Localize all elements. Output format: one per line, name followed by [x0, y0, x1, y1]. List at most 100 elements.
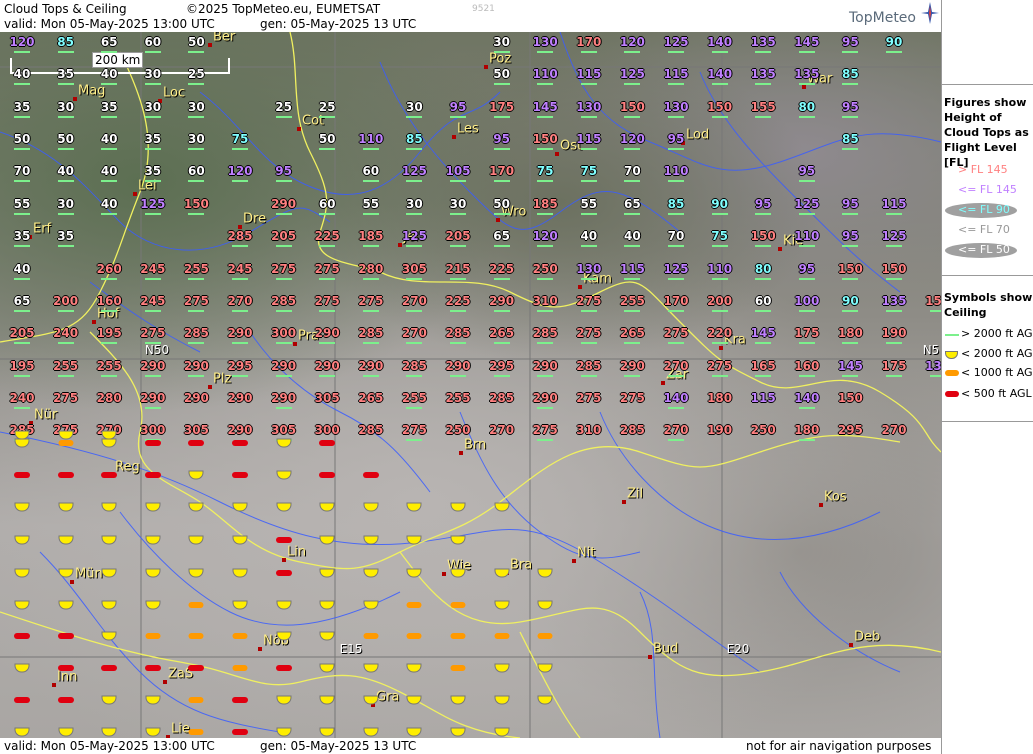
- ceiling-above-2000-mark: [755, 83, 772, 85]
- ceiling-above-2000-mark: [144, 375, 161, 377]
- cloud-top-value: 150: [881, 262, 907, 276]
- cloud-top-value: 280: [96, 391, 122, 405]
- satellite-map[interactable]: 200 km N50 N5 E15 E20 Ber Poz War Mag Loc Cot…: [0, 32, 941, 738]
- cloud-top-value: 85: [842, 132, 859, 146]
- ceiling-above-2000-mark: [14, 310, 30, 312]
- cloud-top-value: 115: [881, 197, 907, 211]
- ceiling-above-2000-mark: [886, 310, 902, 312]
- cloud-top-value: 125: [881, 229, 907, 243]
- ceiling-above-2000-mark: [232, 342, 248, 344]
- cloud-top-value: 60: [754, 294, 772, 308]
- cloud-top-value: 85: [842, 67, 859, 81]
- ceiling-below-1000-symbol: [188, 633, 204, 639]
- cloud-top-value: 30: [144, 67, 162, 81]
- ceiling-below-500-symbol: [275, 570, 292, 576]
- ceiling-above-2000-mark: [319, 148, 336, 150]
- cloud-top-value: 95: [798, 262, 816, 276]
- cloud-top-value: 290: [271, 359, 297, 373]
- cloud-top-value: 185: [532, 197, 558, 211]
- ceiling-above-2000-mark: [406, 278, 423, 280]
- city-label: Nür: [34, 407, 58, 423]
- cloud-top-value: 280: [358, 262, 384, 276]
- ceiling-above-2000-mark: [57, 342, 74, 344]
- cloud-top-value: 135: [881, 294, 907, 308]
- ceiling-above-2000-mark: [798, 51, 815, 53]
- ceiling-above-2000-mark: [14, 375, 30, 377]
- product-code: 9521: [472, 4, 495, 14]
- cloud-top-value: 275: [314, 262, 340, 276]
- cloud-top-value: 270: [227, 294, 253, 308]
- city-marker: [648, 655, 652, 659]
- cloud-top-value: 125: [663, 262, 689, 276]
- ceiling-above-2000-mark: [755, 278, 772, 280]
- city-label: Hof: [97, 306, 120, 322]
- ceiling-above-2000-mark: [493, 51, 510, 53]
- ceiling-above-2000-mark: [668, 83, 684, 85]
- cloud-top-value: 270: [663, 359, 689, 373]
- ceiling-below-500-symbol: [57, 665, 74, 671]
- ceiling-above-2000-mark: [842, 148, 859, 150]
- ceiling-above-2000-mark: [668, 342, 684, 344]
- cloud-top-value: 285: [183, 326, 209, 340]
- cloud-top-value: 110: [663, 164, 689, 178]
- city-label: Kos: [824, 489, 847, 505]
- ceiling-above-2000-mark: [144, 278, 161, 280]
- ceiling-above-2000-mark: [798, 278, 815, 280]
- cloud-top-value: 55: [580, 197, 598, 211]
- cloud-top-value: 35: [100, 100, 118, 114]
- ceiling-above-2000-mark: [711, 51, 728, 53]
- compass-star-icon: [921, 2, 939, 24]
- cloud-top-value: 295: [227, 359, 253, 373]
- legend-symbol-swatch: [945, 334, 959, 336]
- ceiling-above-2000-mark: [362, 213, 379, 215]
- cloud-top-value: 70: [667, 229, 685, 243]
- ceiling-above-2000-mark: [406, 180, 423, 182]
- cloud-top-value: 245: [140, 294, 166, 308]
- cloud-top-value: 135: [750, 35, 776, 49]
- ceiling-below-1000-symbol: [232, 665, 248, 671]
- ceiling-above-2000-mark: [101, 180, 118, 182]
- cloud-top-value: 55: [362, 197, 380, 211]
- cloud-top-value: 285: [358, 326, 384, 340]
- cloud-top-value: 250: [750, 423, 776, 437]
- ceiling-above-2000-mark: [537, 116, 554, 118]
- cloud-top-value: 130: [576, 100, 602, 114]
- valid-time: valid: Mon 05-May-2025 13:00 UTC: [4, 17, 215, 31]
- ceiling-above-2000-mark: [668, 213, 684, 215]
- ceiling-above-2000-mark: [57, 148, 74, 150]
- ceiling-above-2000-mark: [711, 116, 728, 118]
- legend-figure-item: <= FL 70: [958, 223, 1010, 236]
- ceiling-below-1000-symbol: [494, 633, 510, 639]
- cloud-top-value: 255: [96, 359, 122, 373]
- cloud-top-value: 200: [707, 294, 733, 308]
- cloud-top-value: 30: [406, 197, 423, 211]
- cloud-top-value: 275: [663, 326, 689, 340]
- ceiling-above-2000-mark: [493, 116, 510, 118]
- cloud-top-value: 75: [231, 132, 249, 146]
- cloud-top-value: 150: [925, 294, 941, 308]
- ceiling-above-2000-mark: [537, 407, 554, 409]
- cloud-top-value: 60: [188, 164, 205, 178]
- cloud-top-value: 255: [401, 391, 427, 405]
- cloud-top-value: 90: [885, 35, 903, 49]
- cloud-top-value: 65: [624, 197, 641, 211]
- cloud-top-value: 275: [707, 359, 733, 373]
- ceiling-below-1000-symbol: [58, 440, 74, 446]
- ceiling-above-2000-mark: [798, 213, 815, 215]
- ceiling-above-2000-mark: [798, 407, 815, 409]
- ceiling-above-2000-mark: [101, 148, 118, 150]
- ceiling-below-1000-symbol: [188, 602, 204, 608]
- cloud-top-value: 60: [318, 197, 336, 211]
- map-title: Cloud Tops & Ceiling: [4, 2, 127, 16]
- ceiling-above-2000-mark: [450, 342, 466, 344]
- cloud-top-value: 150: [183, 197, 209, 211]
- cloud-top-value: 275: [401, 423, 427, 437]
- ceiling-above-2000-mark: [493, 342, 510, 344]
- ceiling-above-2000-mark: [232, 148, 248, 150]
- city-label: Mag: [78, 83, 106, 99]
- cloud-top-value: 290: [619, 359, 645, 373]
- cloud-top-value: 95: [275, 164, 292, 178]
- cloud-top-value: 35: [57, 229, 74, 243]
- cloud-top-value: 270: [401, 294, 427, 308]
- ceiling-above-2000-mark: [275, 375, 292, 377]
